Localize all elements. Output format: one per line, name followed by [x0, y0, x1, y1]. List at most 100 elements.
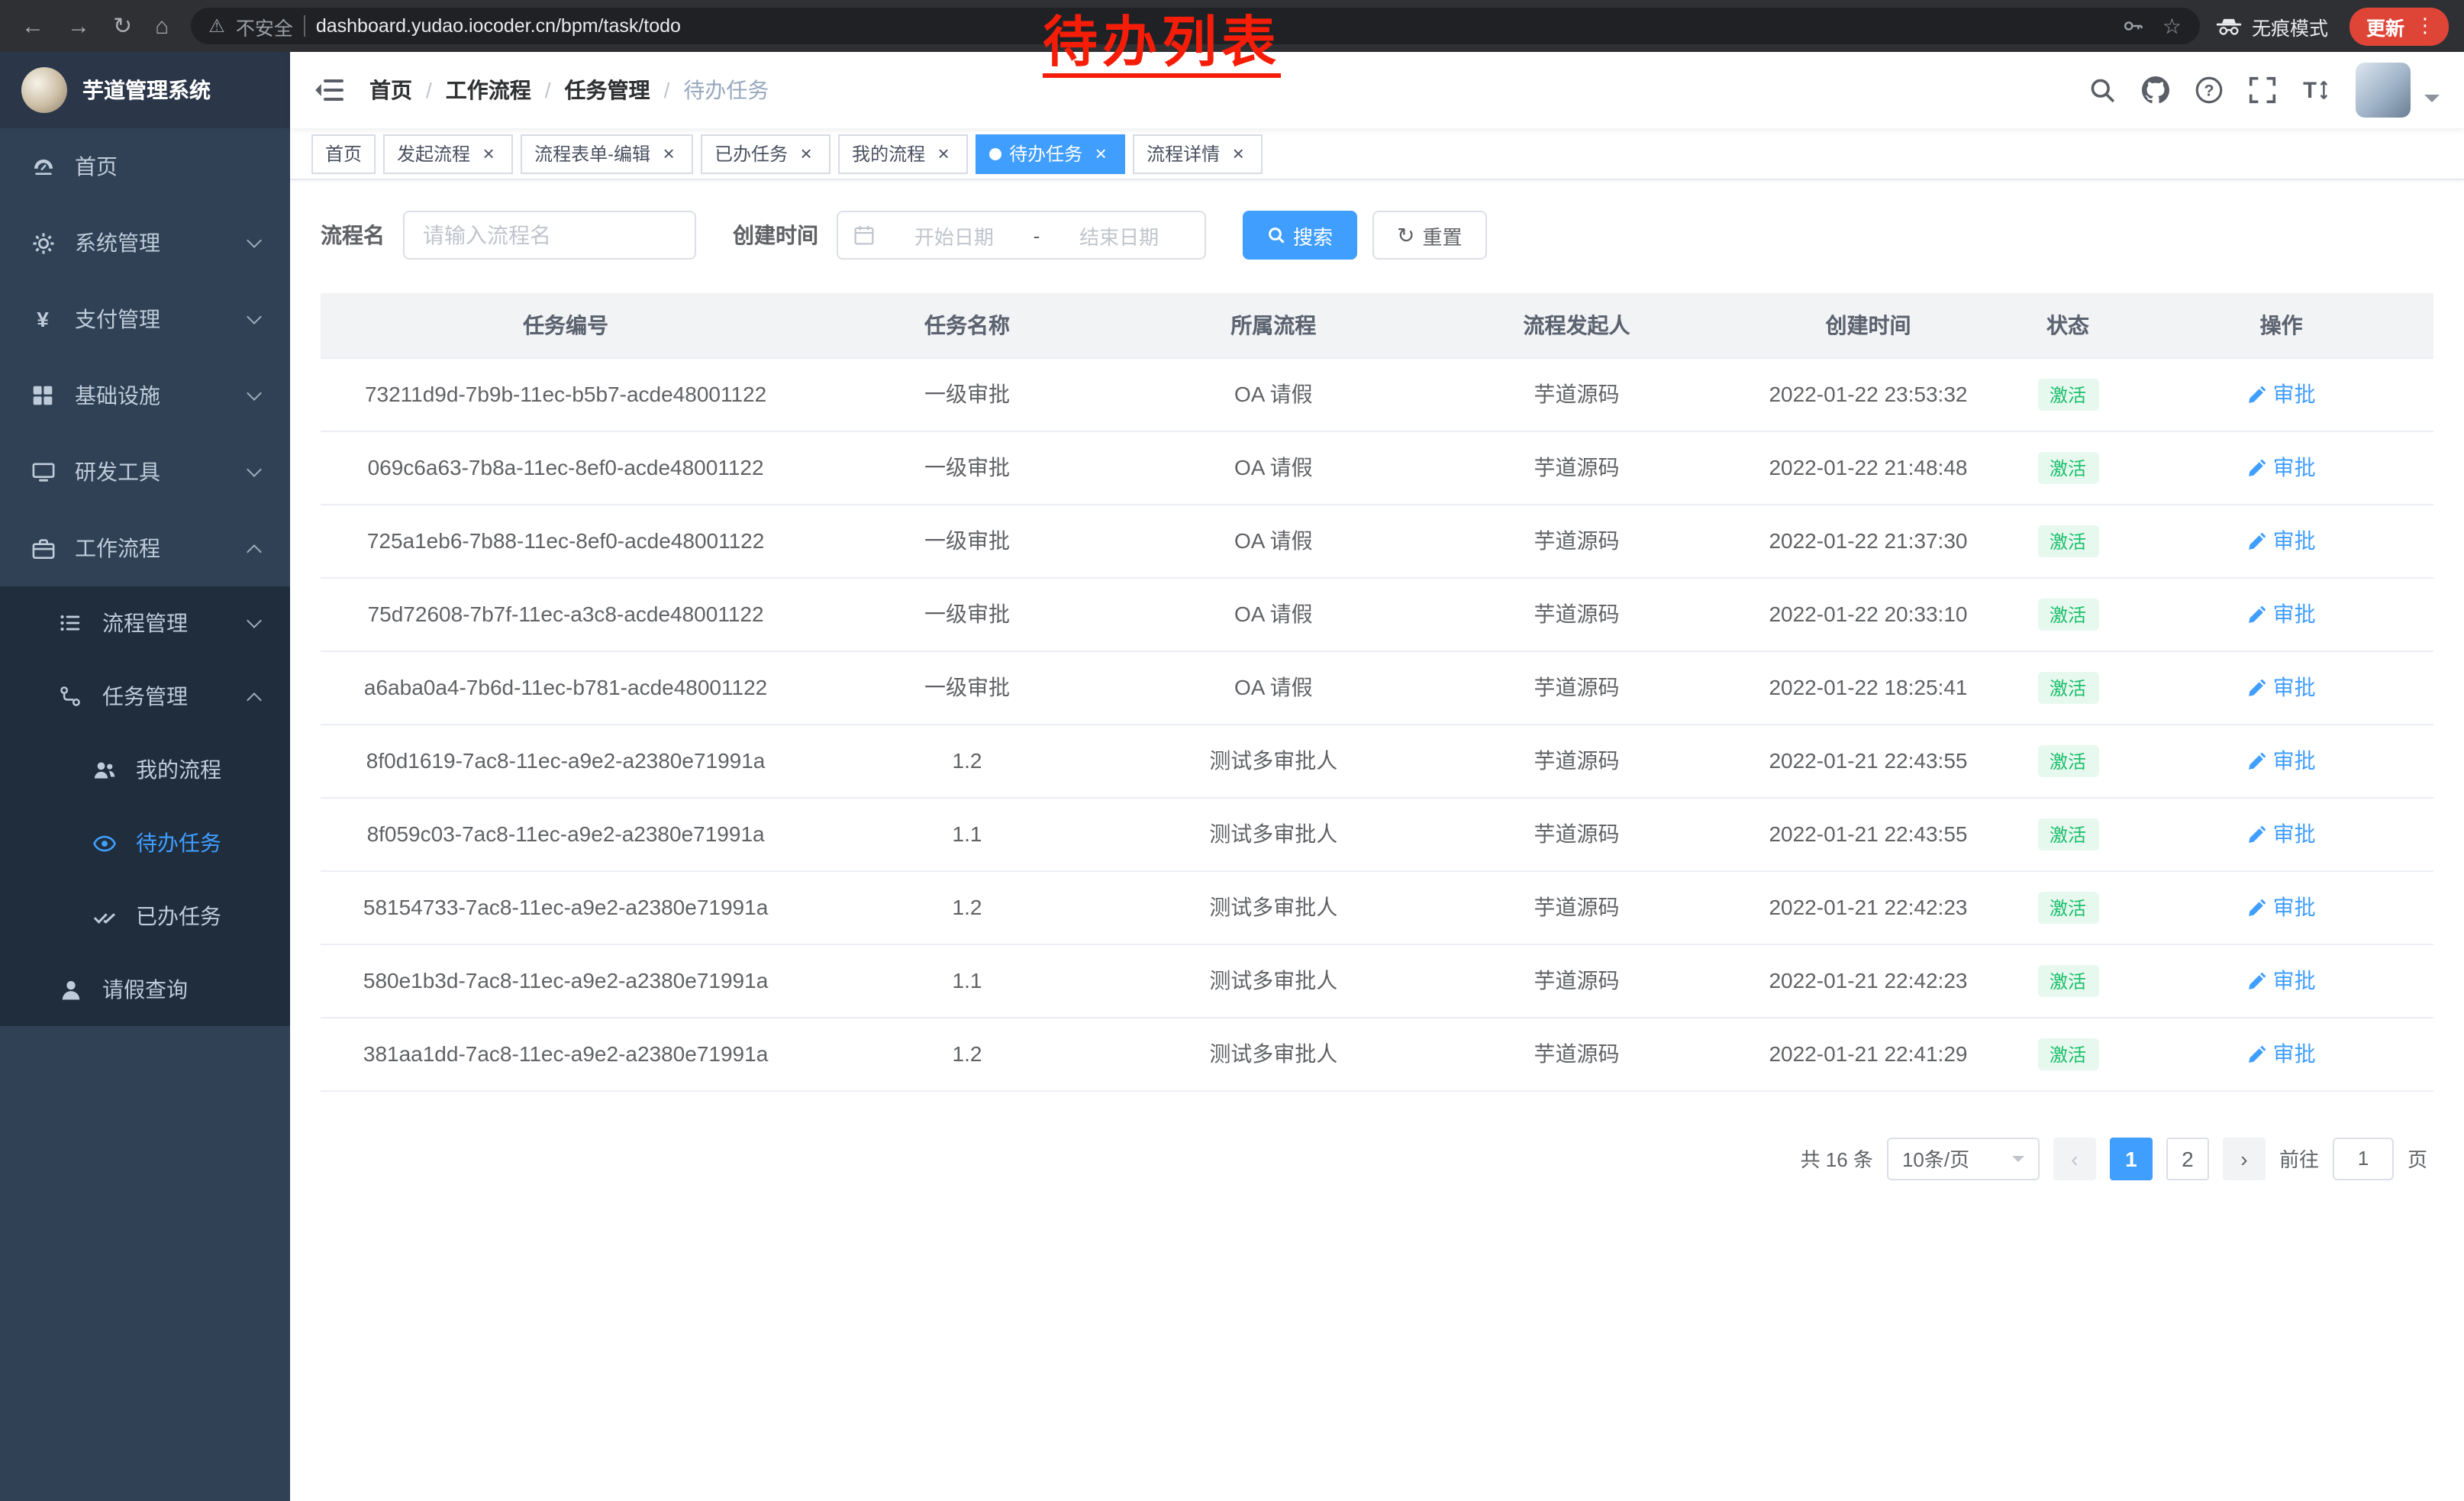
- date-range-picker[interactable]: 开始日期 - 结束日期: [837, 211, 1206, 260]
- status-badge: 激活: [2037, 964, 2098, 996]
- view-tab[interactable]: 流程表单-编辑×: [521, 134, 693, 173]
- cell-process: OA 请假: [1124, 650, 1424, 724]
- cell-task-name: 一级审批: [811, 431, 1124, 504]
- star-icon[interactable]: ☆: [2162, 13, 2182, 39]
- status-badge: 激活: [2037, 598, 2098, 630]
- tab-close-icon[interactable]: ×: [1227, 143, 1249, 164]
- sidebar-item-devtools[interactable]: 研发工具: [0, 434, 290, 510]
- cell-process: 测试多审批人: [1124, 870, 1424, 944]
- tab-close-icon[interactable]: ×: [658, 143, 679, 164]
- tab-close-icon[interactable]: ×: [795, 143, 817, 164]
- table-row: 75d72608-7b7f-11ec-a3c8-acde48001122一级审批…: [321, 577, 2433, 650]
- cell-task-id: a6aba0a4-7b6d-11ec-b781-acde48001122: [321, 650, 811, 724]
- kebab-menu-icon[interactable]: ⋮: [2415, 14, 2435, 38]
- cell-initiator: 芋道源码: [1424, 357, 1730, 431]
- approve-link[interactable]: 审批: [2247, 379, 2316, 409]
- search-button[interactable]: 搜索: [1243, 211, 1357, 260]
- key-icon[interactable]: [2123, 15, 2144, 37]
- fullscreen-icon[interactable]: [2249, 76, 2276, 104]
- page-jump-input[interactable]: [2333, 1137, 2394, 1180]
- search-icon[interactable]: [2088, 76, 2116, 104]
- column-header-action: 操作: [2129, 293, 2433, 357]
- view-tab[interactable]: 流程详情×: [1133, 134, 1263, 173]
- approve-link[interactable]: 审批: [2247, 818, 2316, 849]
- sidebar-item-task-management[interactable]: 任务管理: [0, 660, 290, 733]
- jump-prefix: 前往: [2279, 1144, 2319, 1173]
- cell-created: 2022-01-21 22:43:55: [1730, 724, 2007, 797]
- question-icon[interactable]: ?: [2195, 76, 2223, 104]
- sidebar-item-workflow[interactable]: 工作流程: [0, 510, 290, 586]
- page-button-1[interactable]: 1: [2110, 1137, 2153, 1180]
- table-row: a6aba0a4-7b6d-11ec-b781-acde48001122一级审批…: [321, 650, 2433, 724]
- prev-page-button[interactable]: ‹: [2053, 1137, 2096, 1180]
- approve-link[interactable]: 审批: [2247, 452, 2316, 483]
- address-bar[interactable]: ⚠ 不安全 dashboard.yudao.iocoder.cn/bpm/tas…: [190, 8, 2200, 44]
- active-tab-dot: [989, 147, 1001, 160]
- sidebar-item-process-management[interactable]: 流程管理: [0, 586, 290, 660]
- sidebar: 芋道管理系统 首页系统管理¥支付管理基础设施研发工具工作流程流程管理任务管理我的…: [0, 52, 290, 1501]
- view-tab[interactable]: 发起流程×: [383, 134, 513, 173]
- browser-right-cluster: 无痕模式 更新 ⋮: [2215, 7, 2449, 45]
- cell-process: 测试多审批人: [1124, 724, 1424, 797]
- font-size-icon[interactable]: T: [2302, 76, 2330, 104]
- cell-process: 测试多审批人: [1124, 797, 1424, 870]
- update-button[interactable]: 更新 ⋮: [2350, 7, 2449, 45]
- sidebar-item-payment[interactable]: ¥支付管理: [0, 281, 290, 357]
- chevron-down-icon[interactable]: [2424, 95, 2440, 110]
- approve-link[interactable]: 审批: [2247, 525, 2316, 556]
- sidebar-item-label: 我的流程: [136, 754, 221, 785]
- cell-created: 2022-01-22 18:25:41: [1730, 650, 2007, 724]
- people-icon: [92, 757, 116, 782]
- reset-button[interactable]: ↻ 重置: [1372, 211, 1487, 260]
- view-tab[interactable]: 已办任务×: [701, 134, 830, 173]
- warning-icon[interactable]: ⚠: [208, 15, 225, 37]
- approve-link[interactable]: 审批: [2247, 965, 2316, 996]
- approve-link[interactable]: 审批: [2247, 599, 2316, 629]
- sidebar-item-todo-tasks[interactable]: 待办任务: [0, 806, 290, 880]
- range-separator: -: [1034, 224, 1040, 247]
- sidebar-collapse-icon[interactable]: [314, 78, 345, 102]
- tab-close-icon[interactable]: ×: [478, 143, 499, 164]
- approve-link[interactable]: 审批: [2247, 745, 2316, 776]
- create-time-label: 创建时间: [733, 220, 818, 250]
- approve-link[interactable]: 审批: [2247, 892, 2316, 922]
- breadcrumb-item[interactable]: 工作流程: [446, 75, 531, 105]
- forward-icon[interactable]: →: [67, 13, 90, 39]
- breadcrumb-item[interactable]: 首页: [369, 75, 412, 105]
- github-icon[interactable]: [2142, 76, 2169, 104]
- next-page-button[interactable]: ›: [2223, 1137, 2266, 1180]
- chevron-down-icon: [2012, 1156, 2024, 1168]
- security-label[interactable]: 不安全: [236, 11, 293, 40]
- column-header-task-id: 任务编号: [321, 293, 811, 357]
- cell-task-name: 1.1: [811, 797, 1124, 870]
- page-size-select[interactable]: 10条/页: [1887, 1137, 2040, 1180]
- sidebar-item-my-process[interactable]: 我的流程: [0, 733, 290, 806]
- grid-icon: [31, 383, 55, 408]
- edit-icon: [2247, 604, 2267, 624]
- home-icon[interactable]: ⌂: [155, 13, 169, 39]
- page-button-2[interactable]: 2: [2166, 1137, 2209, 1180]
- view-tab[interactable]: 首页: [311, 134, 376, 173]
- cell-process: 测试多审批人: [1124, 1017, 1424, 1090]
- column-header-task-name: 任务名称: [811, 293, 1124, 357]
- cell-task-id: 725a1eb6-7b88-11ec-8ef0-acde48001122: [321, 504, 811, 577]
- avatar[interactable]: [2356, 63, 2411, 118]
- sidebar-item-done-tasks[interactable]: 已办任务: [0, 880, 290, 953]
- reload-icon[interactable]: ↻: [113, 12, 132, 40]
- calendar-icon: [853, 224, 875, 246]
- view-tab[interactable]: 待办任务×: [976, 134, 1125, 173]
- tab-close-icon[interactable]: ×: [1090, 143, 1111, 164]
- sidebar-item-system[interactable]: 系统管理: [0, 205, 290, 281]
- sidebar-item-infrastructure[interactable]: 基础设施: [0, 357, 290, 434]
- approve-link[interactable]: 审批: [2247, 1038, 2316, 1069]
- process-name-input[interactable]: [403, 211, 696, 260]
- refresh-icon: ↻: [1397, 224, 1414, 246]
- approve-link[interactable]: 审批: [2247, 672, 2316, 702]
- sidebar-item-leave-query[interactable]: 请假查询: [0, 953, 290, 1026]
- view-tab[interactable]: 我的流程×: [838, 134, 968, 173]
- back-icon[interactable]: ←: [21, 13, 44, 39]
- breadcrumb-item[interactable]: 任务管理: [565, 75, 650, 105]
- tab-close-icon[interactable]: ×: [933, 143, 954, 164]
- check-icon: [92, 904, 116, 928]
- sidebar-item-home[interactable]: 首页: [0, 128, 290, 205]
